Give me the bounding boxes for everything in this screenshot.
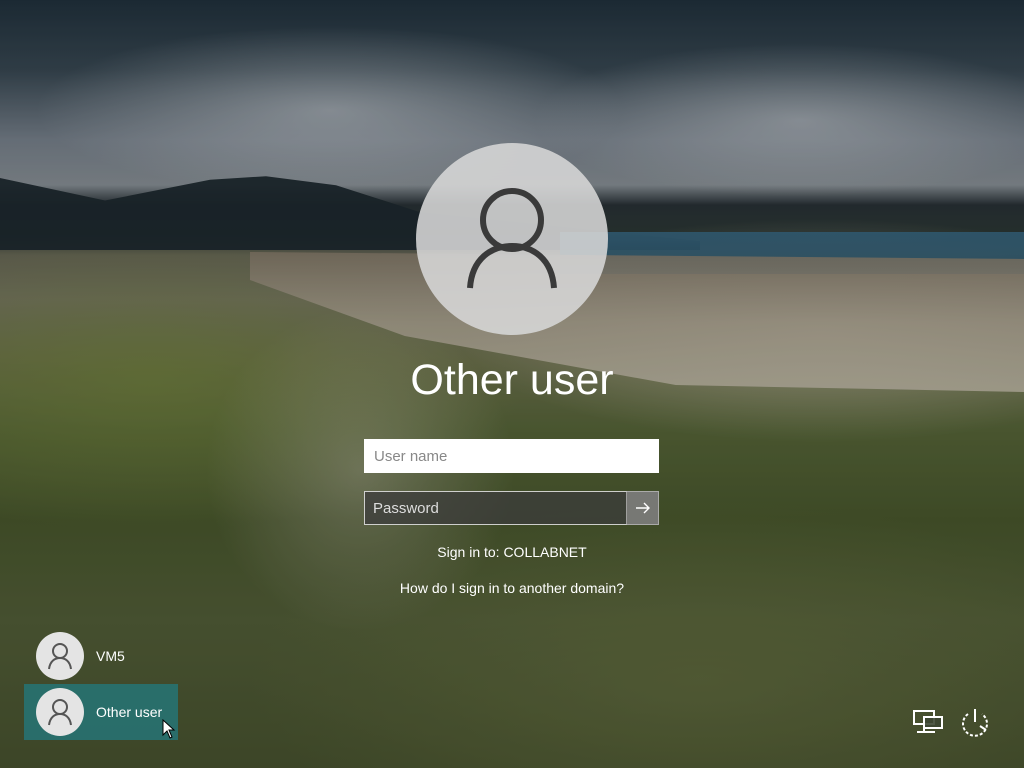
user-icon xyxy=(48,699,72,726)
submit-button[interactable] xyxy=(626,491,659,525)
network-icon[interactable] xyxy=(911,706,945,738)
account-item-vm5[interactable]: VM5 xyxy=(24,628,178,684)
domain-help-link[interactable]: How do I sign in to another domain? xyxy=(312,580,712,596)
password-field-wrapper xyxy=(364,491,659,525)
username-input[interactable] xyxy=(364,439,659,473)
sign-in-domain-text: Sign in to: COLLABNET xyxy=(437,544,587,560)
username-field-wrapper xyxy=(364,439,659,473)
account-name: Other user xyxy=(96,704,163,720)
password-input[interactable] xyxy=(364,491,659,525)
account-name: VM5 xyxy=(96,648,125,664)
avatar xyxy=(36,688,84,736)
user-icon xyxy=(467,188,557,289)
avatar xyxy=(36,632,84,680)
page-title: Other user xyxy=(410,356,614,404)
power-icon[interactable] xyxy=(958,706,992,738)
account-item-other-user[interactable]: Other user xyxy=(24,684,178,740)
arrow-right-icon xyxy=(636,502,650,514)
user-icon xyxy=(48,643,72,670)
user-avatar xyxy=(416,143,608,335)
mouse-cursor-icon xyxy=(162,719,176,739)
